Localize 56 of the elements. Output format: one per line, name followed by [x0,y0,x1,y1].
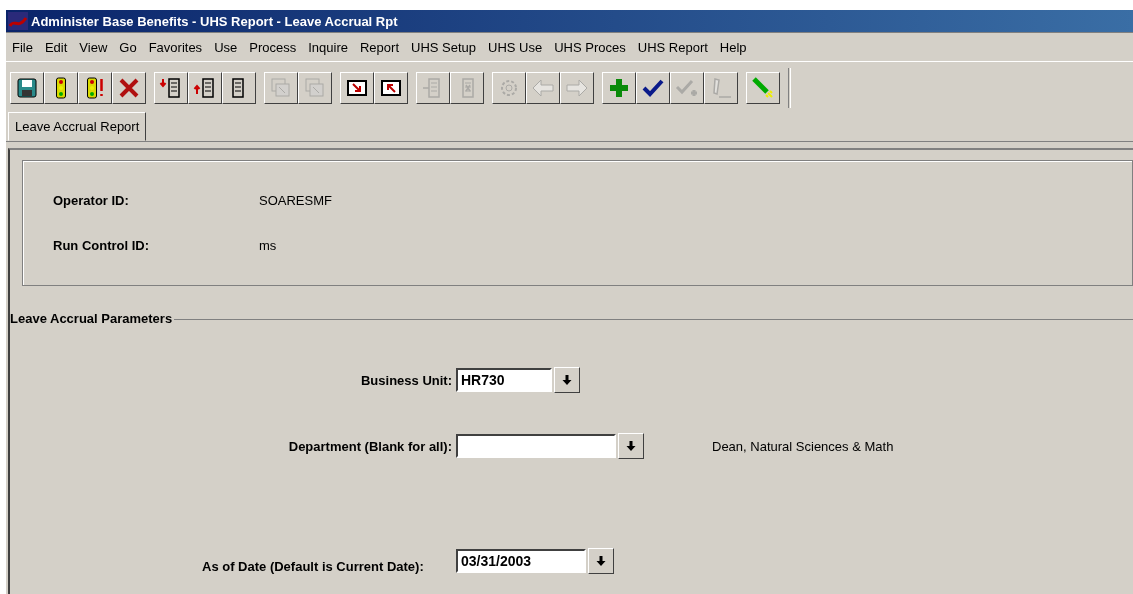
toolbar-button[interactable] [222,72,256,104]
toolbar-button[interactable] [112,72,146,104]
field-value: SOARESMF [259,193,333,208]
field-value: ms [259,238,278,253]
field-label: As of Date (Default is Current Date): [202,559,425,574]
down-arrow-icon [626,440,636,452]
toolbar-button[interactable] [636,72,670,104]
menu-item[interactable]: UHS Use [482,38,549,57]
down-arrow-icon [596,555,606,567]
toolbar-button[interactable] [10,72,44,104]
menu-item[interactable]: Inquire [302,38,354,57]
dropdown-button[interactable] [618,433,644,459]
field-label: Operator ID: [53,193,130,208]
window-title: Administer Base Benefits - UHS Report - Leave Accrual Rpt [31,13,398,29]
toolbar-button[interactable] [154,72,188,104]
menu-item[interactable]: Use [208,38,244,57]
menu-item[interactable]: UHS Setup [405,38,483,57]
menu-item[interactable]: View [73,38,114,57]
tab[interactable]: Leave Accrual Report [8,112,147,141]
menu-item[interactable]: Help [713,38,753,57]
menu-item[interactable]: Edit [38,38,74,57]
toolbar-button[interactable] [602,72,636,104]
field-label: Run Control ID: [53,238,151,253]
menu-item[interactable]: Go [113,38,143,57]
close-icon [117,76,141,100]
toolbar-button[interactable] [188,72,222,104]
windows-icon [303,76,327,100]
field-description: Dean, Natural Sciences & Math [712,438,895,454]
menu-item[interactable]: UHS Proces [548,38,632,57]
field-label: Department (Blank for all): [287,438,453,454]
input-field[interactable]: HR730 [456,368,552,392]
traffic-light-icon [55,77,67,99]
traffic-light-alert-icon [86,77,104,99]
windows-icon [269,76,293,100]
dropdown-button[interactable] [554,367,580,393]
toolbar-button[interactable] [340,72,374,104]
field-label: Business Unit: [360,372,453,388]
down-arrow-icon [562,374,572,386]
app-logo-icon [8,12,28,30]
menu-item[interactable]: File [6,38,39,57]
menu-item[interactable]: Report [353,38,405,57]
menu-item[interactable]: UHS Report [631,38,714,57]
menu-item[interactable]: Process [243,38,303,57]
arrow-up-list-icon [193,76,217,100]
toolbar-button[interactable] [78,72,112,104]
plus-icon [607,76,631,100]
input-field[interactable] [456,434,616,458]
toolbar-button[interactable] [746,72,780,104]
toolbar-button[interactable] [44,72,78,104]
arrow-down-list-icon [159,76,183,100]
flashlight-icon [751,76,775,100]
section-title: Leave Accrual Parameters [10,311,175,326]
toolbar-button[interactable] [374,72,408,104]
dropdown-button[interactable] [588,548,614,574]
input-field[interactable]: 03/31/2003 [456,549,586,573]
menu-item[interactable]: Favorites [142,38,209,57]
